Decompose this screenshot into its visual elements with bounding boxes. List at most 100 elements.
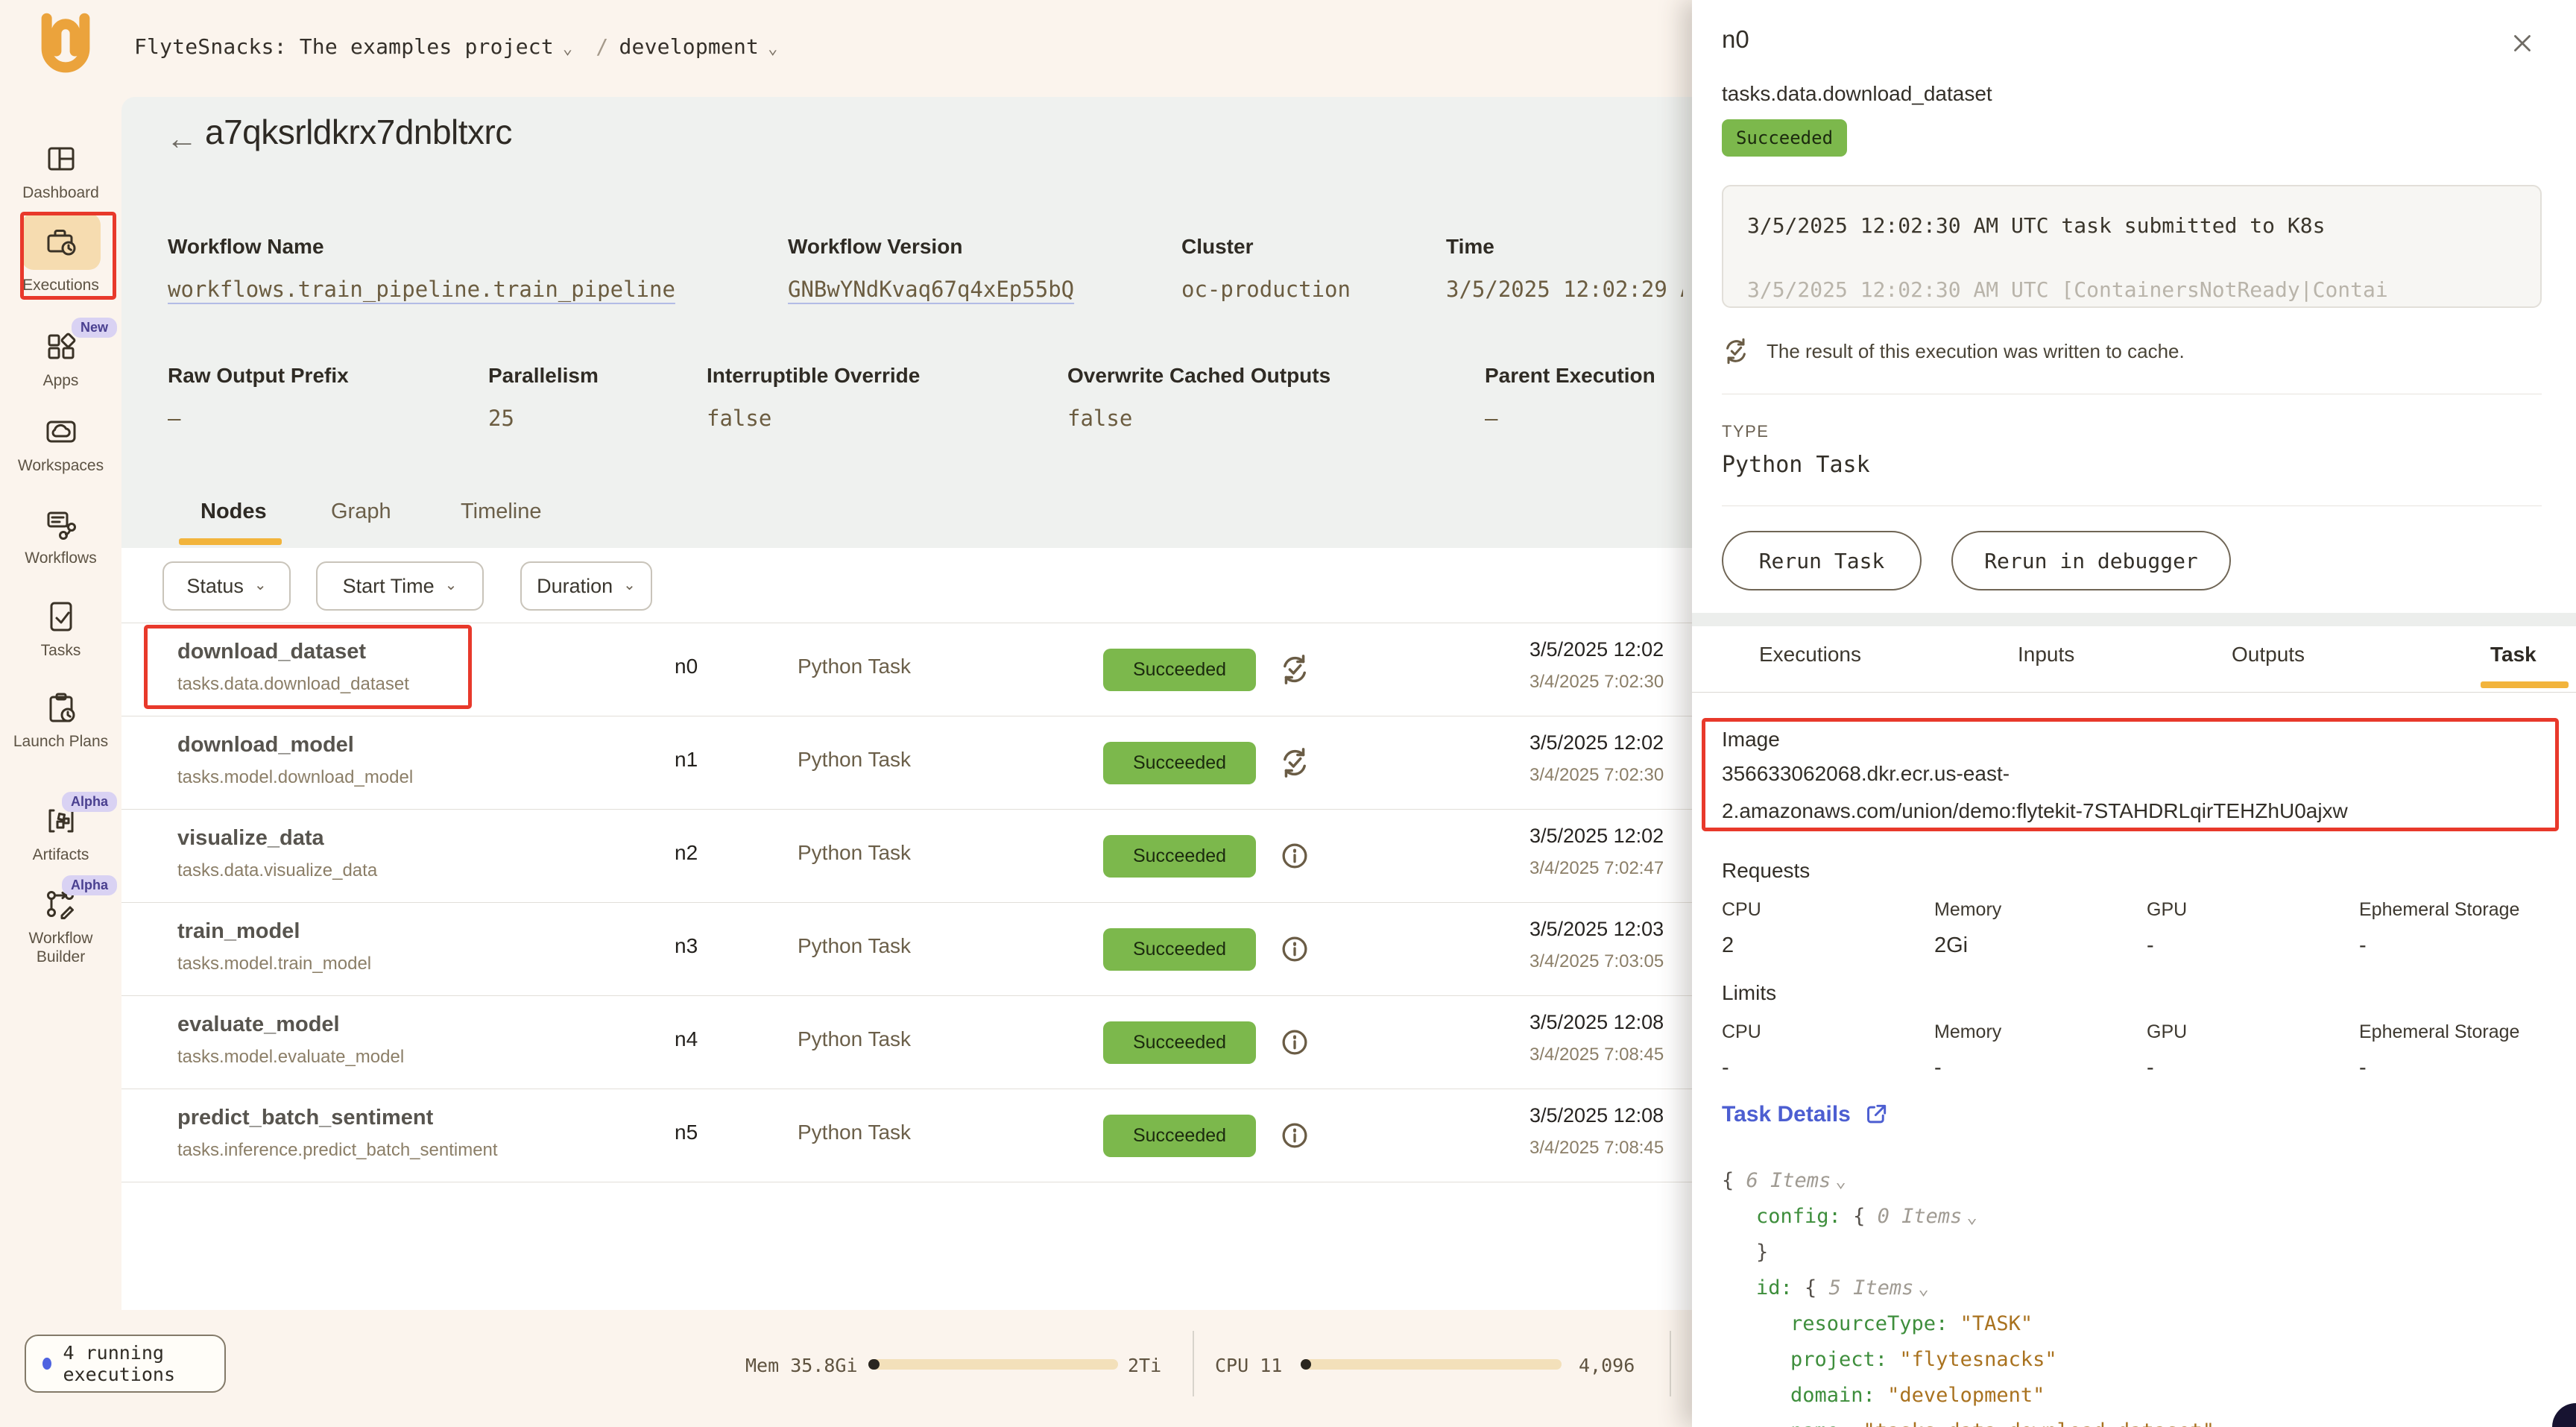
cache-hit-icon[interactable] bbox=[1278, 746, 1311, 779]
requests-gpu-value: - bbox=[2147, 933, 2154, 958]
workspaces-icon bbox=[42, 413, 80, 450]
rerun-in-debugger-button[interactable]: Rerun in debugger bbox=[1951, 531, 2231, 590]
statusbar-divider bbox=[1670, 1331, 1671, 1396]
duration-filter[interactable]: Duration bbox=[520, 561, 652, 611]
cache-hit-icon bbox=[1722, 337, 1750, 365]
info-icon[interactable] bbox=[1278, 839, 1311, 872]
sidebar-item-dashboard[interactable]: Dashboard bbox=[0, 140, 121, 202]
status-badge: Succeeded bbox=[1103, 1021, 1256, 1064]
chevron-down-icon[interactable] bbox=[768, 40, 777, 58]
node-detail-panel: n0 tasks.data.download_dataset Succeeded… bbox=[1692, 0, 2576, 1427]
row-timestamps: 3/5/2025 12:02 3/4/2025 7:02:30 bbox=[1530, 731, 1686, 786]
breadcrumb: FlyteSnacks: The examples project / devel… bbox=[134, 34, 789, 59]
status-badge: Succeeded bbox=[1103, 649, 1256, 691]
start-time-filter[interactable]: Start Time bbox=[316, 561, 484, 611]
collapse-caret-icon[interactable] bbox=[1962, 1205, 1977, 1228]
table-row-n2[interactable]: visualize_data tasks.data.visualize_data… bbox=[121, 809, 1692, 902]
running-executions-pill[interactable]: 4 running executions bbox=[25, 1335, 226, 1393]
table-row-n3[interactable]: train_model tasks.model.train_model n3 P… bbox=[121, 902, 1692, 995]
json-line: project: "flytesnacks" bbox=[1722, 1342, 2572, 1378]
table-row-n4[interactable]: evaluate_model tasks.model.evaluate_mode… bbox=[121, 995, 1692, 1089]
memory-usage-fill bbox=[868, 1359, 880, 1370]
json-line: { 6 Items bbox=[1722, 1163, 2572, 1199]
cache-hit-icon[interactable] bbox=[1278, 653, 1311, 686]
divider bbox=[1692, 692, 2576, 693]
meta-raw-output-prefix: Raw Output Prefix – bbox=[168, 364, 349, 431]
sidebar-item-label: Launch Plans bbox=[13, 732, 108, 751]
sidebar-item-workspaces[interactable]: Workspaces bbox=[0, 413, 121, 475]
union-logo-icon[interactable] bbox=[34, 12, 97, 81]
breadcrumb-project[interactable]: FlyteSnacks: The examples project bbox=[134, 34, 554, 59]
json-line: domain: "development" bbox=[1722, 1378, 2572, 1414]
type-label: TYPE bbox=[1722, 422, 1769, 441]
sidebar-item-label: Dashboard bbox=[22, 183, 99, 202]
tab-timeline[interactable]: Timeline bbox=[461, 500, 542, 524]
table-row-n1[interactable]: download_model tasks.model.download_mode… bbox=[121, 716, 1692, 809]
cpu-usage-bar bbox=[1301, 1359, 1562, 1370]
collapse-caret-icon[interactable] bbox=[1913, 1276, 1928, 1300]
cpu-usage-label: CPU 11 bbox=[1215, 1355, 1282, 1376]
sidebar-item-artifacts[interactable]: Alpha Artifacts bbox=[0, 802, 121, 864]
image-value-line2: 2.amazonaws.com/union/demo:flytekit-7STA… bbox=[1722, 799, 2348, 823]
chevron-down-icon[interactable] bbox=[563, 40, 572, 58]
collapse-caret-icon[interactable] bbox=[1831, 1169, 1846, 1192]
sidebar-item-executions[interactable]: Executions bbox=[0, 213, 121, 294]
panel-tab-outputs[interactable]: Outputs bbox=[2232, 643, 2305, 667]
limits-heading: Limits bbox=[1722, 981, 1776, 1005]
sidebar-item-label: Workspaces bbox=[18, 456, 104, 475]
row-timestamps: 3/5/2025 12:03 3/4/2025 7:03:05 bbox=[1530, 918, 1686, 972]
sidebar-item-launch-plans[interactable]: Launch Plans bbox=[0, 689, 121, 751]
sidebar-item-workflows[interactable]: Workflows bbox=[0, 505, 121, 567]
info-icon[interactable] bbox=[1278, 933, 1311, 965]
table-row-n5[interactable]: predict_batch_sentiment tasks.inference.… bbox=[121, 1089, 1692, 1182]
info-icon[interactable] bbox=[1278, 1026, 1311, 1059]
sidebar-item-tasks[interactable]: Tasks bbox=[0, 598, 121, 660]
sidebar-item-label: Apps bbox=[43, 371, 79, 390]
limits-ephemeral-label: Ephemeral Storage bbox=[2359, 1021, 2519, 1043]
workflow-version-link[interactable]: GNBwYNdKvaq67q4xEp55bQ bbox=[788, 277, 1074, 302]
task-details-link[interactable]: Task Details bbox=[1722, 1102, 1888, 1127]
dashboard-icon bbox=[42, 140, 80, 177]
panel-tab-task[interactable]: Task bbox=[2490, 643, 2536, 667]
log-preview-box[interactable]: 3/5/2025 12:02:30 AM UTC task submitted … bbox=[1722, 185, 2542, 308]
info-icon[interactable] bbox=[1278, 1119, 1311, 1152]
rerun-task-button[interactable]: Rerun Task bbox=[1722, 531, 1922, 590]
meta-parent-execution: Parent Execution – bbox=[1485, 364, 1655, 431]
active-tab-underline bbox=[2481, 681, 2569, 688]
meta-overwrite-cached-outputs: Overwrite Cached Outputs false bbox=[1067, 364, 1330, 431]
meta-workflow-version: Workflow Version GNBwYNdKvaq67q4xEp55bQ bbox=[788, 235, 1074, 302]
task-json-viewer[interactable]: { 6 Items config: { 0 Items } id: { 5 It… bbox=[1722, 1163, 2572, 1427]
panel-section-gap bbox=[1692, 613, 2576, 626]
topbar: FlyteSnacks: The examples project / devel… bbox=[0, 0, 1692, 97]
tab-graph[interactable]: Graph bbox=[331, 500, 391, 524]
app-root: FlyteSnacks: The examples project / devel… bbox=[0, 0, 2576, 1427]
type-value: Python Task bbox=[1722, 452, 1870, 478]
breadcrumb-separator: / bbox=[596, 34, 608, 59]
row-timestamps: 3/5/2025 12:02 3/4/2025 7:02:47 bbox=[1530, 825, 1686, 879]
node-id-title: n0 bbox=[1722, 25, 1749, 54]
panel-tab-executions[interactable]: Executions bbox=[1759, 643, 1861, 667]
limits-cpu-label: CPU bbox=[1722, 1021, 1761, 1043]
cache-note: The result of this execution was written… bbox=[1722, 337, 2185, 365]
row-timestamps: 3/5/2025 12:08 3/4/2025 7:08:45 bbox=[1530, 1011, 1686, 1065]
requests-memory-label: Memory bbox=[1934, 899, 2001, 921]
row-timestamps: 3/5/2025 12:08 3/4/2025 7:08:45 bbox=[1530, 1104, 1686, 1159]
cpu-usage-fill bbox=[1301, 1359, 1311, 1370]
launch-plans-icon bbox=[42, 689, 80, 726]
sidebar-item-apps[interactable]: New Apps bbox=[0, 328, 121, 390]
close-icon[interactable] bbox=[2509, 30, 2536, 57]
log-line-faded: 3/5/2025 12:02:30 AM UTC [ContainersNotR… bbox=[1747, 277, 2388, 302]
alpha-badge: Alpha bbox=[62, 875, 117, 895]
table-row-n0[interactable]: download_dataset tasks.data.download_dat… bbox=[121, 623, 1692, 716]
requests-cpu-label: CPU bbox=[1722, 899, 1761, 921]
tab-nodes[interactable]: Nodes bbox=[201, 500, 267, 524]
workflow-name-link[interactable]: workflows.train_pipeline.train_pipeline bbox=[168, 277, 675, 302]
sidebar-item-workflow-builder[interactable]: Alpha Workflow Builder bbox=[0, 886, 121, 966]
breadcrumb-domain[interactable]: development bbox=[619, 34, 759, 59]
image-value-line1: 356633062068.dkr.ecr.us-east- bbox=[1722, 762, 2010, 786]
json-line: } bbox=[1722, 1235, 2572, 1270]
nodes-table: Status Start Time Duration download_data… bbox=[121, 548, 1692, 1310]
back-arrow-icon[interactable]: ← bbox=[166, 121, 198, 157]
panel-tab-inputs[interactable]: Inputs bbox=[2018, 643, 2074, 667]
status-filter[interactable]: Status bbox=[162, 561, 291, 611]
